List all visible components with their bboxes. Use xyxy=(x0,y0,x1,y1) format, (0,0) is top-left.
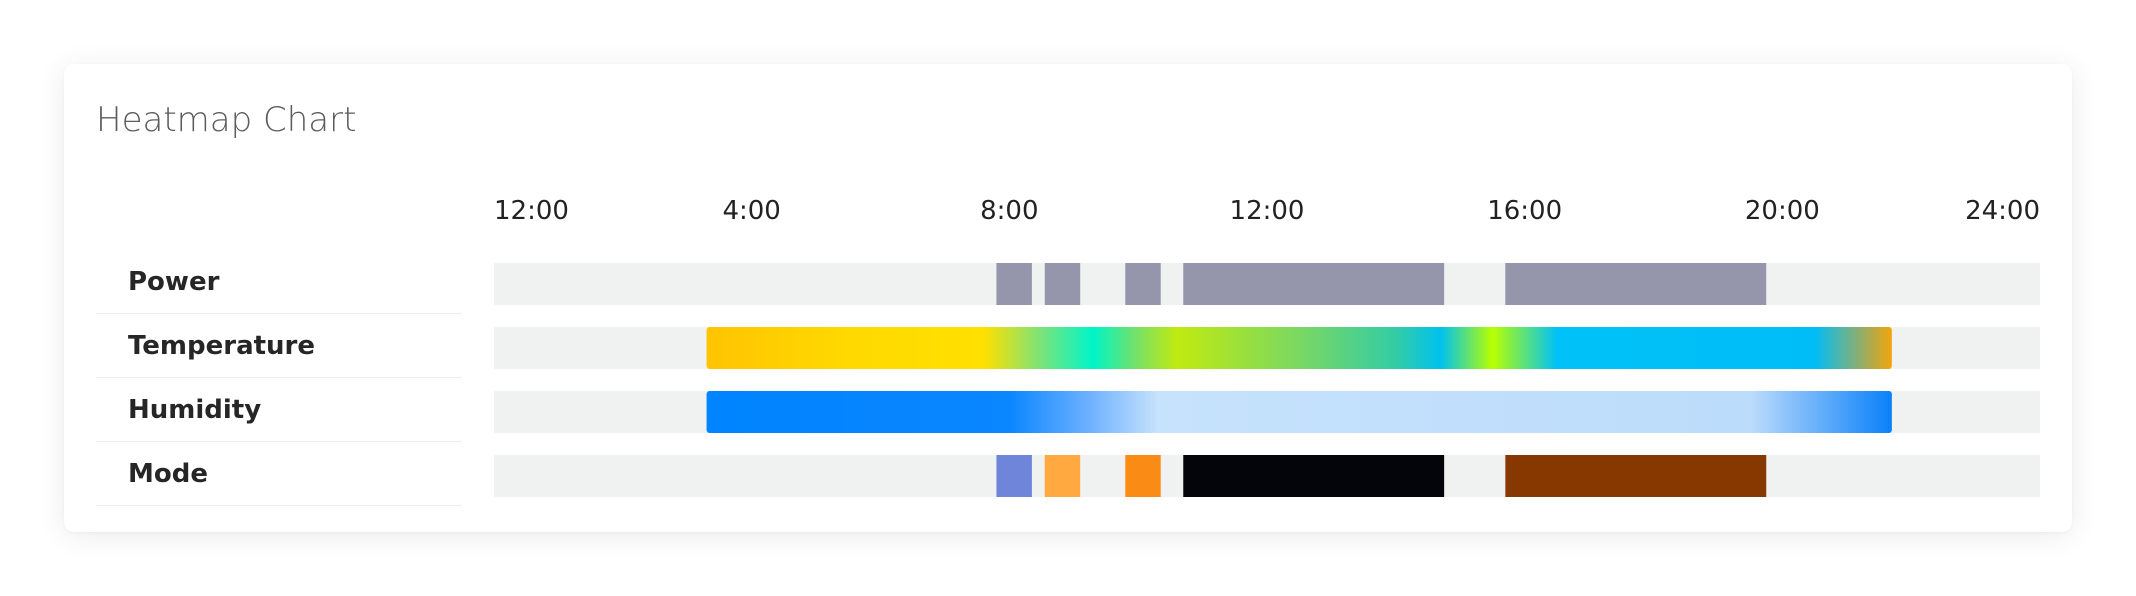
chart-card: Heatmap Chart 12:00 4:00 8:00 12:00 16:00 20:… xyxy=(64,64,2072,532)
heatmap-segment[interactable] xyxy=(1044,263,1081,305)
heatmap-segment[interactable] xyxy=(1505,455,1767,497)
heatmap-segment[interactable] xyxy=(1125,455,1161,497)
heatmap-gradient-bar[interactable] xyxy=(706,327,1892,369)
x-tick-label: 16:00 xyxy=(1487,196,1563,226)
heatmap-gradient-bar[interactable] xyxy=(706,391,1892,433)
heatmap-area: 12:00 4:00 8:00 12:00 16:00 20:00 24:00 Power Te… xyxy=(64,64,2072,532)
x-tick-label: 12:00 xyxy=(1229,196,1305,226)
heatmap-segment[interactable] xyxy=(996,263,1032,305)
heatmap-segment[interactable] xyxy=(1505,263,1767,305)
row-label-power: Power xyxy=(96,250,462,314)
row-label-temperature: Temperature xyxy=(96,314,462,378)
row-label-mode: Mode xyxy=(96,442,462,506)
x-tick-label: 24:00 xyxy=(1965,196,2040,226)
heatmap-segment[interactable] xyxy=(1125,263,1161,305)
heatmap-segment[interactable] xyxy=(1044,455,1081,497)
heatmap-segment[interactable] xyxy=(1183,455,1445,497)
x-tick-label: 20:00 xyxy=(1744,196,1820,226)
x-tick-label: 4:00 xyxy=(722,196,781,226)
x-tick-label: 8:00 xyxy=(980,196,1039,226)
heatmap-segment[interactable] xyxy=(996,455,1032,497)
row-label-humidity: Humidity xyxy=(96,378,462,442)
x-tick-label: 12:00 xyxy=(494,196,569,226)
heatmap-segment[interactable] xyxy=(1183,263,1445,305)
